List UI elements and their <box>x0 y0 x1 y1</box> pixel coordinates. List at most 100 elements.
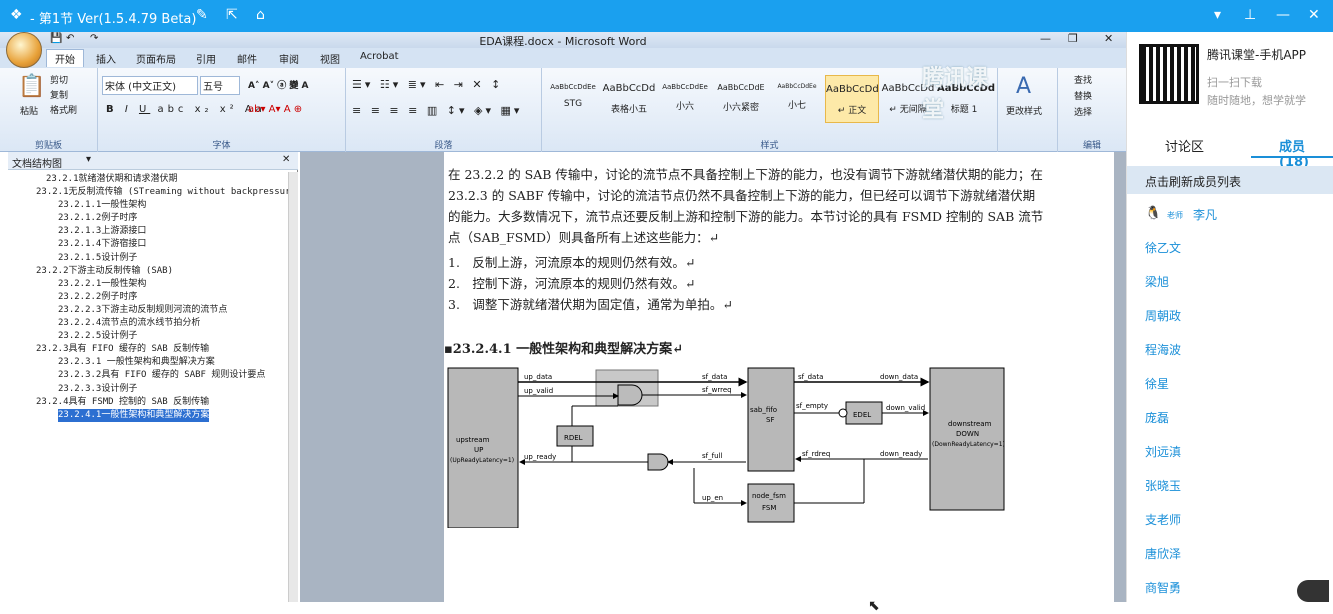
member-item[interactable]: 支老师 <box>1145 511 1181 528</box>
teacher-name[interactable]: 李凡 <box>1193 206 1217 223</box>
format-painter-button[interactable]: 格式刷 <box>50 103 77 116</box>
nav-item[interactable]: 23.2.1.4下游宿接口 <box>8 238 298 251</box>
select-button[interactable]: 选择 <box>1074 105 1092 118</box>
document-map-close-icon[interactable]: ✕ <box>282 154 290 165</box>
change-styles-icon[interactable]: A <box>1016 74 1031 99</box>
section-heading[interactable]: ▪23.2.4.1 一般性架构和典型解决方案↵ <box>444 338 683 357</box>
pin-icon[interactable]: ⊥ <box>1244 7 1256 23</box>
tab-insert[interactable]: 插入 <box>96 51 116 66</box>
nav-item[interactable]: 23.2.2.2例子时序 <box>8 291 298 304</box>
tab-acrobat[interactable]: Acrobat <box>360 51 399 62</box>
tab-references[interactable]: 引用 <box>196 51 216 66</box>
nav-item[interactable]: 23.2.3.2具有 FIFO 缓存的 SABF 规则设计要点 <box>8 369 298 382</box>
styles-label: 样式 <box>760 141 779 151</box>
replace-button[interactable]: 替换 <box>1074 89 1092 102</box>
member-item[interactable]: 张晓玉 <box>1145 477 1181 494</box>
undo-icon[interactable]: ↶ <box>66 33 74 44</box>
dropdown-icon[interactable]: ▾ <box>1214 7 1221 23</box>
list-item-2[interactable]: 2. 控制下游，河流原本的规则仍然有效。↵ <box>448 273 695 292</box>
nav-item-selected[interactable]: 23.2.4.1一般性架构和典型解决方案 <box>58 408 210 422</box>
teacher-badge: 老师 <box>1167 211 1183 220</box>
style-small6[interactable]: AaBbCcDdEe 小六 <box>658 75 712 123</box>
nav-item[interactable]: 23.2.1.2例子时序 <box>8 212 298 225</box>
nav-item[interactable]: 23.2.1无反制流传输 (STreaming without backpres… <box>8 186 298 199</box>
nav-item[interactable]: 23.2.3.3设计例子 <box>8 383 298 396</box>
font-color-icon[interactable]: ab▾ A▾ A ⊕ <box>248 104 302 115</box>
style-normal[interactable]: AaBbCcDd ↵ 正文 <box>825 75 879 123</box>
align-icons[interactable]: ≡ ≡ ≡ ≡ ▥ ↕▾ ◈▾ ▦▾ <box>352 104 522 117</box>
share-icon[interactable]: ⇱ <box>226 7 238 23</box>
edel-label: EDEL <box>853 411 871 419</box>
upstream-label-2: UP <box>474 446 483 454</box>
close-icon[interactable]: ✕ <box>1308 7 1320 23</box>
nav-item[interactable]: 23.2.2.1一般性架构 <box>8 278 298 291</box>
change-styles-button[interactable]: 更改样式 <box>1006 104 1042 117</box>
minimize-icon[interactable]: — <box>1276 7 1290 23</box>
downstream-label-1: downstream <box>948 420 992 428</box>
body-paragraph[interactable]: 在 23.2.2 的 SAB 传输中，讨论的流节点不具备控制上下游的能力，也没有… <box>448 164 1046 248</box>
member-item[interactable]: 庞磊 <box>1145 409 1169 426</box>
tab-mailings[interactable]: 邮件 <box>237 51 257 66</box>
tab-members[interactable]: 成员(18) <box>1279 136 1333 170</box>
nav-item[interactable]: 23.2.2.4流节点的流水线节拍分析 <box>8 317 298 330</box>
cut-button[interactable]: 剪切 <box>50 73 68 86</box>
list-icons[interactable]: ☰▾ ☷▾ ≣▾ ⇤ ⇥ ✕ ↕ <box>352 78 503 91</box>
member-item[interactable]: 徐乙文 <box>1145 239 1181 256</box>
font-name-select[interactable]: 宋体 (中文正文) <box>102 76 198 95</box>
member-item[interactable]: 刘远滇 <box>1145 443 1181 460</box>
copy-button[interactable]: 复制 <box>50 88 68 101</box>
member-item[interactable]: 徐星 <box>1145 375 1169 392</box>
document-map-dropdown-icon[interactable]: ▾ <box>86 154 91 165</box>
member-item[interactable]: 梁旭 <box>1145 273 1169 290</box>
member-item[interactable]: 商智勇 <box>1145 579 1181 596</box>
refresh-bar[interactable]: 点击刷新成员列表 <box>1127 166 1333 194</box>
gate-icon <box>647 453 669 471</box>
member-item[interactable]: 唐欣泽 <box>1145 545 1181 562</box>
nav-item[interactable]: 23.2.2下游主动反制传输 (SAB) <box>8 265 298 278</box>
word-restore-icon[interactable]: ❐ <box>1068 32 1078 45</box>
nav-item[interactable]: 23.2.3具有 FIFO 缓存的 SAB 反制传输 <box>8 343 298 356</box>
tab-view[interactable]: 视图 <box>320 51 340 66</box>
nav-item[interactable]: 23.2.3.1 一般性架构和典型解决方案 <box>8 356 298 369</box>
font-size-select[interactable]: 五号 <box>200 76 240 95</box>
redo-icon[interactable]: ↷ <box>90 33 98 44</box>
nav-item[interactable]: 23.2.1.3上游源接口 <box>8 225 298 238</box>
paragraph-label: 段落 <box>434 141 453 151</box>
member-item[interactable]: 程海波 <box>1145 341 1181 358</box>
word-minimize-icon[interactable]: — <box>1040 32 1051 45</box>
paste-icon[interactable]: 📋 <box>18 74 45 99</box>
nav-item[interactable]: 23.2.2.3下游主动反制规则河流的流节点 <box>8 304 298 317</box>
downstream-label-3: (DownReadyLatency=1) <box>932 441 1005 448</box>
word-close-icon[interactable]: ✕ <box>1104 32 1113 45</box>
edit-icon[interactable]: ✎ <box>196 7 208 23</box>
style-small7[interactable]: AaBbCcDdEe 小七 <box>770 75 824 123</box>
tab-discussion[interactable]: 讨论区 <box>1165 136 1204 155</box>
nav-scrollbar[interactable] <box>288 172 298 602</box>
tab-review[interactable]: 审阅 <box>279 51 299 66</box>
tab-layout[interactable]: 页面布局 <box>136 51 176 66</box>
office-button[interactable] <box>6 32 42 68</box>
format-buttons[interactable]: B I U abc x₂ x² Aa <box>106 104 266 115</box>
list-item-1[interactable]: 1. 反制上游，河流原本的规则仍然有效。↵ <box>448 252 695 271</box>
sig-up-valid: up_valid <box>524 387 553 395</box>
nav-item[interactable]: 23.2.1.5设计例子 <box>8 252 298 265</box>
refresh-members-link[interactable]: 点击刷新成员列表 <box>1145 173 1241 190</box>
floating-toggle[interactable] <box>1297 580 1329 602</box>
nav-item[interactable]: 23.2.2.5设计例子 <box>8 330 298 343</box>
upstream-label-3: (UpReadyLatency=1) <box>450 457 514 464</box>
word-titlebar: EDA课程.docx - Microsoft Word 💾 ↶ ↷ — ❐ ✕ <box>0 32 1126 48</box>
style-table-small5[interactable]: AaBbCcDd 表格小五 <box>602 75 656 123</box>
paste-button[interactable]: 粘贴 <box>20 104 38 117</box>
tab-home[interactable]: 开始 <box>46 49 84 67</box>
list-item-3[interactable]: 3. 调整下游就绪潜伏期为固定值，通常为单拍。↵ <box>448 294 733 313</box>
home-icon[interactable]: ⌂ <box>256 7 265 23</box>
nav-item[interactable]: 23.2.1就绪潜伏期和请求潜伏期 <box>8 173 298 186</box>
save-icon[interactable]: 💾 <box>50 33 62 44</box>
member-item[interactable]: 周朝政 <box>1145 307 1181 324</box>
find-button[interactable]: 查找 <box>1074 73 1092 86</box>
style-stg[interactable]: AaBbCcDdEe STG <box>546 75 600 123</box>
nav-item[interactable]: 23.2.1.1一般性架构 <box>8 199 298 212</box>
style-small6-tight[interactable]: AaBbCcDdE 小六紧密 <box>714 75 768 123</box>
grow-font-icon[interactable]: A˄ A˅ ⓐ 變 A <box>248 78 308 91</box>
nav-item[interactable]: 23.2.4具有 FSMD 控制的 SAB 反制传输 <box>8 396 298 409</box>
